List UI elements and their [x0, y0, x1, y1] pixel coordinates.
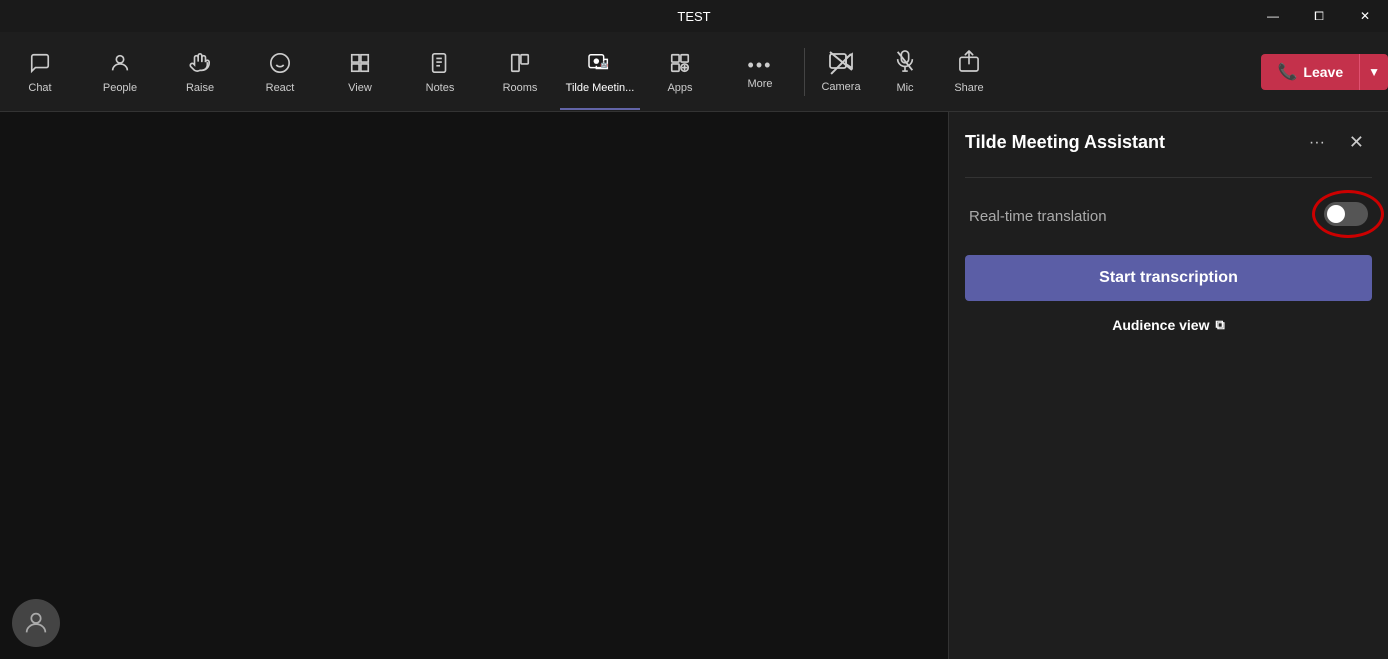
- nav-item-react[interactable]: React: [240, 34, 320, 110]
- nav-label-more: More: [747, 78, 772, 90]
- tilde-icon: 🤖: [587, 52, 613, 78]
- side-panel: Tilde Meeting Assistant ··· ✕ Real-time …: [948, 112, 1388, 659]
- toggle-wrapper: [1324, 202, 1368, 231]
- minimize-button[interactable]: —: [1250, 0, 1296, 32]
- notes-icon: [429, 52, 451, 78]
- leave-dropdown-button[interactable]: ▼: [1359, 54, 1388, 90]
- audience-view-label: Audience view: [1112, 317, 1209, 333]
- nav-label-raise: Raise: [186, 82, 214, 94]
- panel-separator: [965, 177, 1372, 178]
- translation-label: Real-time translation: [969, 208, 1107, 225]
- video-area: [0, 112, 948, 659]
- apps-icon: [669, 52, 691, 78]
- nav-label-people: People: [103, 82, 137, 94]
- app-title: TEST: [677, 9, 710, 24]
- avatar: [12, 599, 60, 647]
- mic-button[interactable]: Mic: [873, 34, 937, 110]
- translation-toggle[interactable]: [1324, 202, 1368, 226]
- audience-view-external-icon: ⧉: [1215, 317, 1224, 333]
- close-button[interactable]: ✕: [1342, 0, 1388, 32]
- share-button[interactable]: Share: [937, 34, 1001, 110]
- leave-chevron-icon: ▼: [1368, 65, 1380, 79]
- mic-label: Mic: [896, 82, 913, 94]
- main-content: Tilde Meeting Assistant ··· ✕ Real-time …: [0, 112, 1388, 659]
- panel-close-button[interactable]: ✕: [1341, 128, 1372, 157]
- share-icon: [959, 50, 979, 78]
- camera-label: Camera: [821, 81, 860, 93]
- toolbar-nav: Chat People Raise: [0, 32, 1253, 111]
- toolbar-divider: [804, 48, 805, 96]
- share-label: Share: [954, 82, 983, 94]
- nav-label-react: React: [266, 82, 295, 94]
- nav-item-people[interactable]: People: [80, 34, 160, 110]
- rooms-icon: [509, 52, 531, 78]
- camera-icon: [829, 51, 853, 77]
- start-transcription-button[interactable]: Start transcription: [965, 255, 1372, 301]
- nav-item-apps[interactable]: Apps: [640, 34, 720, 110]
- panel-header-actions: ··· ✕: [1301, 128, 1372, 157]
- panel-title: Tilde Meeting Assistant: [965, 132, 1165, 153]
- nav-item-notes[interactable]: Notes: [400, 34, 480, 110]
- view-icon: [349, 52, 371, 78]
- nav-item-view[interactable]: View: [320, 34, 400, 110]
- more-icon: •••: [748, 56, 773, 74]
- nav-label-apps: Apps: [667, 82, 692, 94]
- title-bar: TEST — ⧠ ✕: [0, 0, 1388, 32]
- chat-icon: [29, 52, 51, 78]
- nav-label-chat: Chat: [28, 82, 51, 94]
- svg-text:🤖: 🤖: [600, 60, 608, 68]
- nav-label-notes: Notes: [426, 82, 455, 94]
- people-icon: [109, 52, 131, 78]
- toolbar: Chat People Raise: [0, 32, 1388, 112]
- leave-button-container: 📞 Leave ▼: [1261, 54, 1388, 90]
- nav-item-more[interactable]: ••• More: [720, 34, 800, 110]
- nav-label-rooms: Rooms: [503, 82, 538, 94]
- react-icon: [269, 52, 291, 78]
- leave-label: Leave: [1303, 64, 1343, 80]
- window-controls: — ⧠ ✕: [1250, 0, 1388, 32]
- leave-button[interactable]: 📞 Leave: [1261, 54, 1359, 90]
- panel-header: Tilde Meeting Assistant ··· ✕: [965, 128, 1372, 157]
- audience-view-button[interactable]: Audience view ⧉: [965, 317, 1372, 333]
- leave-phone-icon: 📞: [1277, 62, 1297, 82]
- panel-more-icon: ···: [1309, 134, 1325, 151]
- camera-button[interactable]: Camera: [809, 34, 873, 110]
- nav-item-rooms[interactable]: Rooms: [480, 34, 560, 110]
- nav-item-raise[interactable]: Raise: [160, 34, 240, 110]
- maximize-button[interactable]: ⧠: [1296, 0, 1342, 32]
- translation-row: Real-time translation: [965, 202, 1372, 231]
- nav-label-tilde: Tilde Meetin...: [566, 82, 635, 94]
- nav-item-tilde[interactable]: 🤖 Tilde Meetin...: [560, 34, 640, 110]
- raise-icon: [189, 52, 211, 78]
- mic-icon: [895, 50, 915, 78]
- panel-more-button[interactable]: ···: [1301, 130, 1333, 156]
- nav-item-chat[interactable]: Chat: [0, 34, 80, 110]
- nav-label-view: View: [348, 82, 372, 94]
